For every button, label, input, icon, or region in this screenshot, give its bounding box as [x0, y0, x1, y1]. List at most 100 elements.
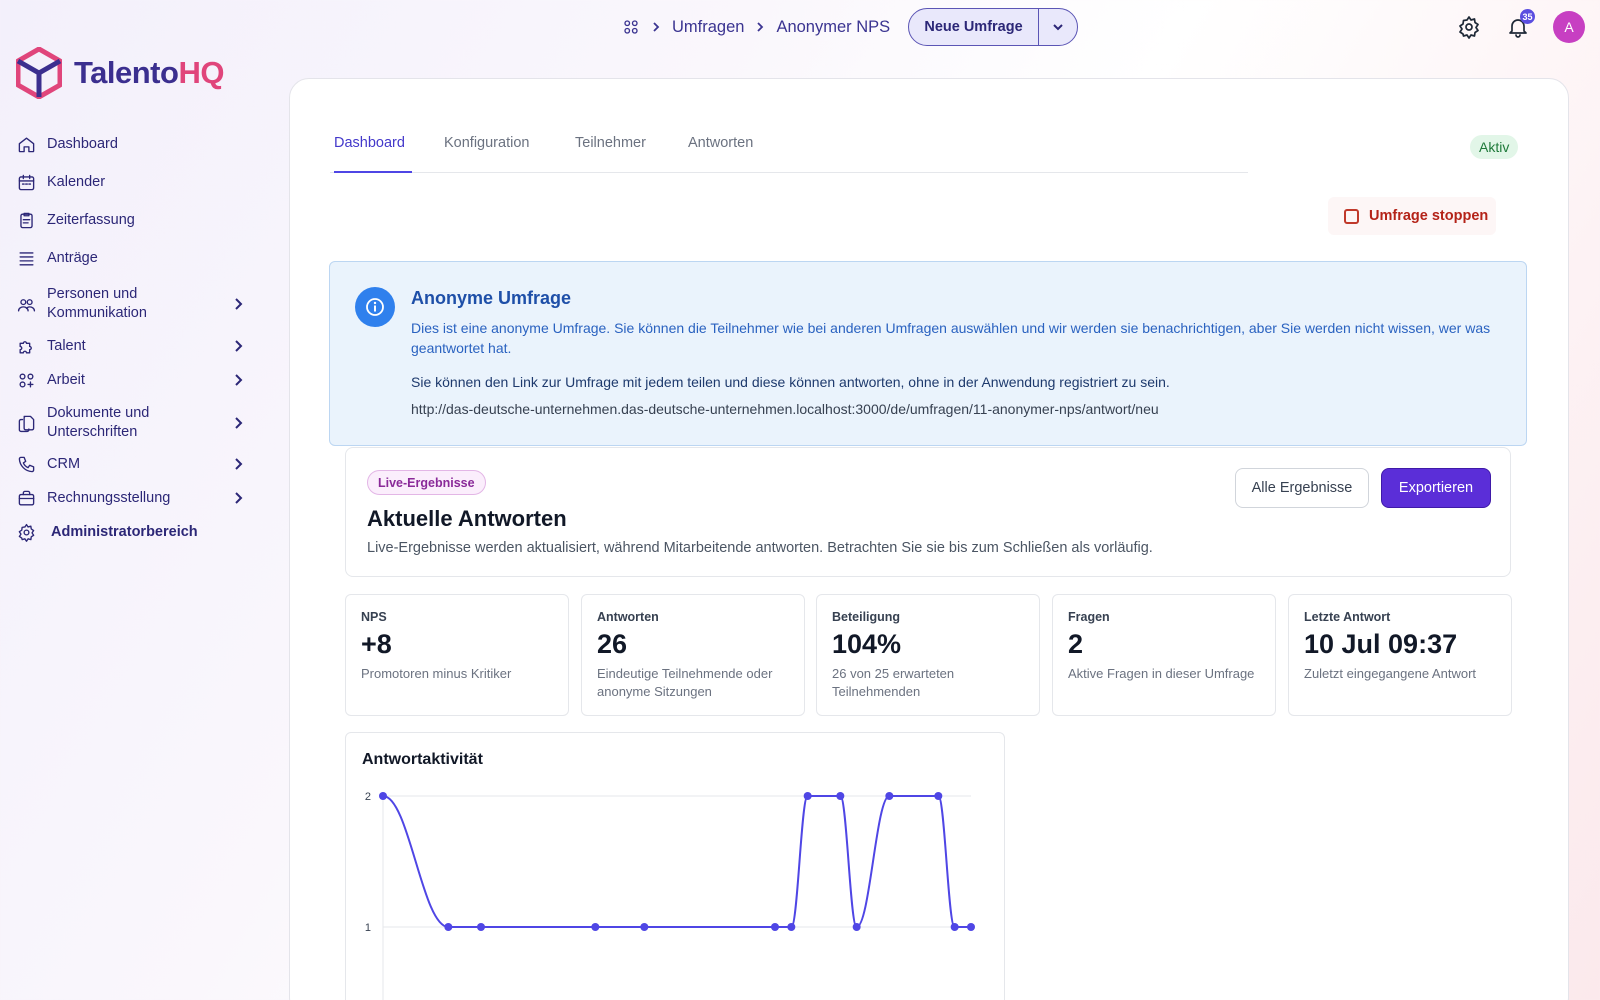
sidebar-item-talent[interactable]: Talent	[16, 336, 246, 356]
breadcrumb-umfragen[interactable]: Umfragen	[672, 18, 744, 37]
breadcrumb-current: Anonymer NPS	[776, 17, 891, 36]
stat-card-letzte-antwort: Letzte Antwort 10 Jul 09:37 Zuletzt eing…	[1288, 594, 1512, 716]
sidebar-item-crm[interactable]: CRM	[16, 454, 246, 474]
stat-subtext: Promotoren minus Kritiker	[361, 666, 512, 681]
live-results-title: Aktuelle Antworten	[367, 506, 567, 531]
info-share-text: Sie können den Link zur Umfrage mit jede…	[411, 374, 1170, 390]
stat-card-antworten: Antworten 26 Eindeutige Teilnehmende ode…	[581, 594, 805, 716]
data-point[interactable]	[591, 923, 600, 931]
export-button[interactable]: Exportieren	[1381, 468, 1491, 508]
phone-icon	[16, 454, 36, 474]
documents-icon	[16, 413, 36, 433]
series-line	[382, 795, 971, 929]
data-point[interactable]	[787, 923, 796, 931]
logo-cube-icon	[16, 47, 62, 99]
y-tick-label: 2	[365, 791, 371, 803]
chevron-right-icon	[653, 22, 660, 32]
sidebar-item-dokumente[interactable]: Dokumente und Unterschriften	[16, 404, 246, 442]
home-icon	[16, 134, 36, 154]
sidebar-item-label: Administratorbereich	[51, 523, 198, 540]
data-point[interactable]	[950, 923, 959, 931]
stat-subtext: 26 von 25 erwarteten Teilnehmenden	[832, 666, 955, 699]
data-point[interactable]	[852, 923, 861, 931]
data-point[interactable]	[477, 923, 485, 931]
chevron-right-icon	[230, 296, 246, 312]
stat-value: 10 Jul 09:37	[1304, 629, 1458, 659]
sidebar-item-zeiterfassung[interactable]: Zeiterfassung	[16, 210, 246, 230]
data-point[interactable]	[640, 923, 649, 931]
stop-square-icon	[1344, 208, 1359, 224]
stat-subtext: Aktive Fragen in dieser Umfrage	[1068, 666, 1255, 681]
sidebar-item-label: Anträge	[47, 249, 98, 266]
sidebar-item-label: Rechnungsstellung	[47, 489, 171, 506]
sidebar-item-antraege[interactable]: Anträge	[16, 248, 246, 268]
data-point[interactable]	[836, 792, 845, 800]
sidebar-item-label: Kalender	[47, 173, 106, 190]
sidebar-item-kalender[interactable]: Kalender	[16, 172, 246, 192]
brand-logo[interactable]: TalentoHQ	[16, 47, 224, 99]
stat-subtext: Eindeutige Teilnehmende oder anonyme Sit…	[597, 666, 773, 699]
sidebar-item-label: Zeiterfassung	[47, 211, 135, 228]
response-activity-chart-card: Antwortaktivität 21	[345, 732, 1005, 1000]
brand-name: TalentoHQ	[74, 55, 224, 91]
all-results-button[interactable]: Alle Ergebnisse	[1235, 468, 1369, 508]
stat-label: Antworten	[597, 610, 659, 624]
survey-link[interactable]: http://das-deutsche-unternehmen.das-deut…	[411, 401, 1159, 417]
apps-icon	[16, 370, 36, 390]
stat-label: NPS	[361, 610, 387, 624]
chevron-right-icon	[230, 490, 246, 506]
chevron-right-icon	[230, 456, 246, 472]
sidebar-item-personen[interactable]: Personen und Kommunikation	[16, 285, 246, 323]
sidebar-item-administratorbereich[interactable]: Administratorbereich	[16, 522, 246, 542]
sidebar-item-label: Arbeit	[47, 371, 85, 388]
stat-card-beteiligung: Beteiligung 104% 26 von 25 erwarteten Te…	[816, 594, 1040, 716]
chevron-right-icon	[230, 338, 246, 354]
data-point[interactable]	[379, 792, 387, 800]
apps-grid-icon[interactable]	[622, 18, 640, 36]
notification-count-badge: 35	[1520, 9, 1535, 24]
tab-antworten[interactable]: Antworten	[688, 135, 753, 173]
stat-card-fragen: Fragen 2 Aktive Fragen in dieser Umfrage	[1052, 594, 1276, 716]
stat-value: 26	[597, 629, 628, 659]
tab-konfiguration[interactable]: Konfiguration	[444, 135, 529, 173]
info-text: Dies ist eine anonyme Umfrage. Sie könne…	[411, 320, 1491, 356]
live-results-card: Live-Ergebnisse Aktuelle Antworten Live-…	[345, 447, 1511, 577]
stat-card-nps: NPS +8 Promotoren minus Kritiker	[345, 594, 569, 716]
stat-value: +8	[361, 629, 392, 659]
data-point[interactable]	[771, 923, 779, 931]
sidebar-item-dashboard[interactable]: Dashboard	[16, 134, 246, 154]
chevron-down-icon	[1053, 24, 1063, 31]
sidebar-item-label: Dashboard	[47, 135, 118, 152]
new-survey-button[interactable]: Neue Umfrage	[909, 9, 1039, 45]
data-point[interactable]	[885, 792, 894, 800]
data-point[interactable]	[934, 792, 943, 800]
tab-dashboard[interactable]: Dashboard	[334, 135, 412, 173]
avatar[interactable]: A	[1553, 11, 1585, 43]
stop-survey-button[interactable]: Umfrage stoppen	[1328, 197, 1496, 235]
data-point[interactable]	[444, 923, 453, 931]
stat-subtext: Zuletzt eingegangene Antwort	[1304, 666, 1477, 681]
tab-teilnehmer[interactable]: Teilnehmer	[575, 135, 646, 173]
chevron-right-icon	[230, 415, 246, 431]
brand-name-part1: Talento	[74, 55, 179, 90]
stat-value: 104%	[832, 629, 902, 659]
chevron-right-icon	[230, 372, 246, 388]
response-activity-chart: 21	[365, 791, 975, 1000]
data-point[interactable]	[967, 923, 975, 931]
status-badge: Aktiv	[1470, 135, 1519, 159]
sidebar-item-arbeit[interactable]: Arbeit	[16, 370, 246, 390]
sidebar-item-label: Dokumente und Unterschriften	[47, 405, 150, 440]
sidebar-item-label: CRM	[47, 455, 81, 472]
data-point[interactable]	[803, 792, 812, 800]
gear-icon	[16, 522, 36, 542]
sidebar-item-label: Talent	[47, 337, 86, 354]
sidebar-item-rechnungsstellung[interactable]: Rechnungsstellung	[16, 488, 246, 508]
settings-button[interactable]	[1457, 15, 1481, 39]
live-results-description: Live-Ergebnisse werden aktualisiert, wäh…	[367, 540, 1153, 556]
stat-label: Fragen	[1068, 610, 1110, 624]
list-icon	[16, 248, 36, 268]
new-survey-dropdown-toggle[interactable]	[1039, 20, 1077, 34]
stat-label: Letzte Antwort	[1304, 610, 1391, 624]
stat-value: 2	[1068, 629, 1084, 659]
new-survey-split-button: Neue Umfrage	[908, 8, 1078, 46]
